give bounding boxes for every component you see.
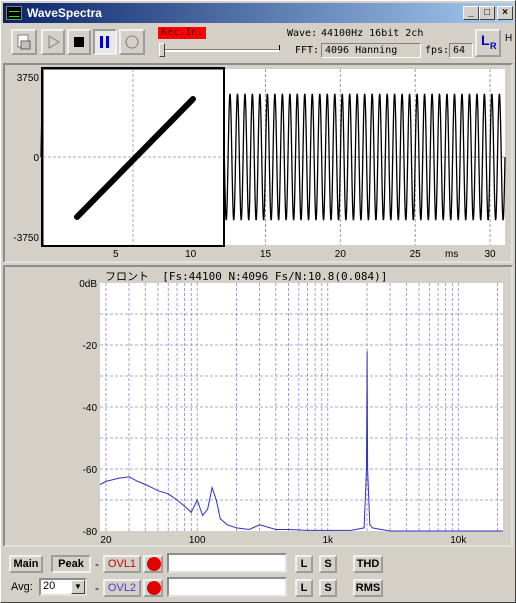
spectrum-y-tick: -40 — [83, 403, 98, 414]
app-icon — [6, 6, 22, 20]
title-bar[interactable]: WaveSpectra _ □ × — [3, 3, 513, 23]
ovl2-record-icon — [147, 581, 161, 595]
spectrum-x-tick: 1k — [322, 535, 334, 545]
wave-ymax-label: 3750 — [17, 73, 40, 84]
wave-x-tick: 30 — [484, 249, 496, 260]
wave-x-unit: ms — [445, 249, 458, 260]
play-button[interactable] — [41, 29, 65, 55]
wave-ymin-label: -3750 — [13, 233, 39, 244]
ovl1-record-button[interactable] — [143, 555, 163, 573]
stop-icon — [74, 37, 84, 47]
record-button[interactable] — [119, 29, 145, 55]
stop-button[interactable] — [67, 29, 91, 55]
wave-x-tick: 20 — [335, 249, 347, 260]
wave-x-tick: 10 — [185, 249, 197, 260]
lissajous-trace — [74, 96, 196, 220]
ovl2-save-button[interactable]: S — [319, 579, 337, 597]
wave-label: Wave: — [287, 28, 318, 39]
fft-label: FFT: — [295, 45, 320, 56]
lissajous-panel — [41, 67, 225, 247]
minimize-button[interactable]: _ — [463, 6, 479, 20]
ovl1-name-field[interactable] — [167, 553, 287, 573]
main-button[interactable]: Main — [9, 555, 43, 573]
peak-button[interactable]: Peak — [51, 555, 91, 573]
spectrum-y-tick: -60 — [83, 465, 98, 476]
spectrum-x-tick: 20 — [100, 535, 112, 545]
side-panel-h[interactable]: H — [505, 33, 512, 44]
avg-value: 20 — [43, 580, 56, 592]
lr-channel-button[interactable]: L R — [475, 29, 501, 57]
close-button[interactable]: × — [497, 6, 513, 20]
ovl2-name-field[interactable] — [167, 577, 287, 597]
open-file-button[interactable] — [11, 29, 37, 55]
fft-settings-value: 4096 Hanning — [321, 43, 421, 58]
lissajous-plot — [43, 69, 223, 245]
window-title: WaveSpectra — [27, 6, 102, 20]
ovl1-save-button[interactable]: S — [319, 555, 337, 573]
spectrum-x-tick: 100 — [189, 535, 206, 545]
chevron-down-icon: ▼ — [74, 582, 82, 591]
spectrum-panel: フロント [Fs:44100 N:4096 Fs/N:10.8(0.084)] … — [3, 265, 513, 547]
ovl1-label: OVL1 — [107, 558, 137, 570]
rec-in-label: Rec.In. — [158, 27, 206, 39]
level-slider[interactable] — [159, 43, 281, 57]
spectrum-y-tick: -80 — [83, 527, 98, 538]
pause-icon — [100, 36, 109, 48]
dash-2: - — [95, 581, 99, 595]
bottom-controls: Main Peak - OVL1 L S THD Avg: 20 ▼ - OVL… — [3, 549, 513, 601]
ovl1-load-button[interactable]: L — [295, 555, 313, 573]
spectrum-x-tick: 10k — [450, 535, 467, 545]
rms-button[interactable]: RMS — [353, 579, 383, 597]
record-icon — [125, 35, 139, 49]
lr-sub-label: R — [490, 41, 497, 51]
ovl2-record-button[interactable] — [143, 579, 163, 597]
ovl2-button[interactable]: OVL2 — [103, 579, 141, 597]
toolbar: Rec.In. Wave: 44100Hz 16bit 2ch FFT: 409… — [3, 25, 513, 63]
wave-format-value: 44100Hz 16bit 2ch — [321, 28, 424, 39]
maximize-button[interactable]: □ — [479, 6, 495, 20]
lr-label: L — [481, 32, 490, 48]
wave-yzero-label: 0 — [33, 153, 39, 164]
ovl1-button[interactable]: OVL1 — [103, 555, 141, 573]
wave-x-tick: 25 — [410, 249, 422, 260]
ovl2-load-button[interactable]: L — [295, 579, 313, 597]
avg-select[interactable]: 20 ▼ — [39, 578, 87, 596]
avg-dropdown-button[interactable]: ▼ — [71, 580, 85, 594]
wave-x-tick: 15 — [260, 249, 272, 260]
play-icon — [48, 35, 60, 49]
thd-button[interactable]: THD — [353, 555, 383, 573]
level-slider-thumb[interactable] — [159, 43, 165, 57]
avg-label: Avg: — [11, 581, 33, 593]
ovl1-record-icon — [147, 557, 161, 571]
spectrum-y-tick: 0dB — [79, 279, 97, 290]
main-window: WaveSpectra _ □ × Rec.In. Wave: 44100Hz … — [0, 0, 516, 603]
spectrum-y-tick: -20 — [83, 341, 98, 352]
ovl2-label: OVL2 — [107, 582, 137, 594]
fps-value: 64 — [449, 43, 473, 58]
fps-label: fps: — [425, 45, 450, 56]
waveform-panel: 3750 0 -3750 5 10 15 20 25 30 ms — [3, 63, 513, 263]
open-file-icon — [17, 34, 31, 50]
dash-1: - — [95, 557, 99, 571]
wave-x-tick: 5 — [113, 249, 119, 260]
spectrum-chart[interactable]: 0dB -20 -40 -60 -80 20 100 1k 10k — [5, 267, 511, 545]
pause-button[interactable] — [93, 29, 117, 55]
